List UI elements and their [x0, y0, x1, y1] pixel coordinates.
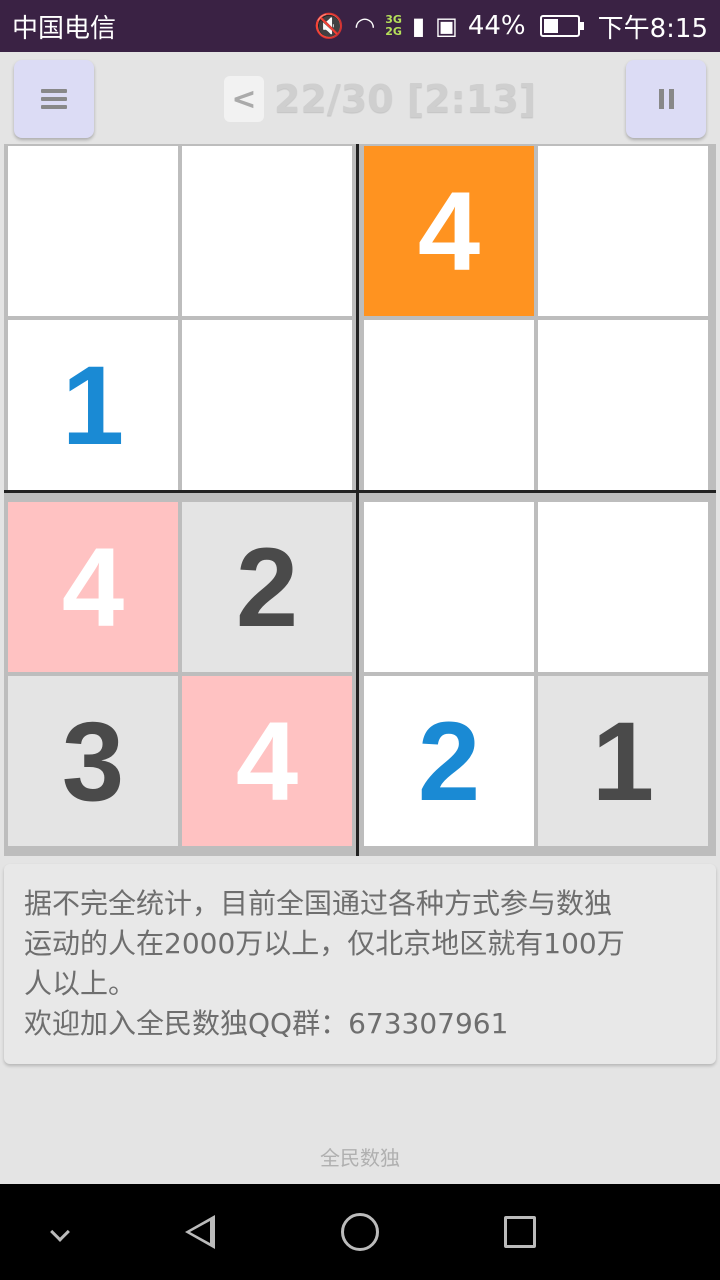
previous-puzzle-button[interactable]: < [224, 76, 264, 122]
status-bar: 中国电信 🔇 ◠ 3G 2G ▮ ▣ 44% 下午8:15 [0, 0, 720, 52]
signal-icon: ▮ [411, 12, 426, 40]
qq-group-text: 欢迎加入全民数独QQ群：673307961 [24, 1007, 509, 1040]
wifi-icon: ◠ [354, 12, 376, 40]
pause-icon [658, 89, 674, 109]
board-cell-r3-c3[interactable] [364, 502, 534, 672]
mute-icon: 🔇 [314, 12, 345, 40]
sim-icon: ▣ [435, 12, 458, 40]
board-cell-r2-c1[interactable]: 1 [8, 320, 178, 490]
board-cell-r3-c4[interactable] [538, 502, 708, 672]
board-cell-r4-c4[interactable]: 1 [538, 676, 708, 846]
board-cell-r3-c1[interactable]: 4 [8, 502, 178, 672]
board-cell-r1-c3[interactable]: 4 [364, 146, 534, 316]
info-text-line: 人以上。 [24, 967, 137, 1000]
app-name-label: 全民数独 [320, 1146, 400, 1170]
carrier-name: 中国电信 [12, 13, 117, 44]
top-toolbar: < 22/30 [2:13] [0, 52, 720, 144]
puzzle-nav: < 22/30 [2:13] [224, 74, 536, 124]
battery-icon [539, 15, 584, 37]
board-cell-r4-c2[interactable]: 4 [182, 676, 352, 846]
clock: 下午8:15 [597, 13, 708, 44]
status-icons: 🔇 ◠ 3G 2G ▮ ▣ 44% 下午8:15 [314, 8, 708, 45]
home-circle-icon [341, 1213, 379, 1251]
info-text-line: 运动的人在2000万以上，仅北京地区就有100万 [24, 927, 625, 960]
pause-button[interactable] [626, 60, 706, 138]
board-cell-r1-c1[interactable] [8, 146, 178, 316]
board-cell-r2-c3[interactable] [364, 320, 534, 490]
nav-home-button[interactable] [320, 1184, 400, 1280]
info-card: 据不完全统计，目前全国通过各种方式参与数独 运动的人在2000万以上，仅北京地区… [4, 864, 716, 1064]
chevron-down-icon [50, 1222, 70, 1242]
nav-recent-button[interactable] [480, 1184, 560, 1280]
puzzle-progress-timer: 22/30 [2:13] [274, 77, 537, 121]
hide-nav-button[interactable] [20, 1184, 100, 1280]
sudoku-board: 12432414 [4, 144, 716, 856]
hamburger-menu-icon [41, 89, 67, 109]
board-cell-r3-c2[interactable]: 2 [182, 502, 352, 672]
box-divider-vertical [356, 144, 359, 856]
nav-back-button[interactable] [160, 1184, 240, 1280]
battery-percent: 44% [467, 11, 526, 41]
board-cell-r4-c1[interactable]: 3 [8, 676, 178, 846]
board-cell-r4-c3[interactable]: 2 [364, 676, 534, 846]
board-cell-r1-c4[interactable] [538, 146, 708, 316]
box-divider-horizontal [4, 490, 716, 493]
system-nav-bar [0, 1184, 720, 1280]
back-triangle-icon [185, 1215, 215, 1249]
board-cell-r1-c2[interactable] [182, 146, 352, 316]
recent-apps-icon [504, 1216, 536, 1248]
info-text-line: 据不完全统计，目前全国通过各种方式参与数独 [24, 887, 613, 920]
board-cell-r2-c4[interactable] [538, 320, 708, 490]
menu-button[interactable] [14, 60, 94, 138]
board-cell-r2-c2[interactable] [182, 320, 352, 490]
network-type: 3G 2G [385, 13, 402, 38]
